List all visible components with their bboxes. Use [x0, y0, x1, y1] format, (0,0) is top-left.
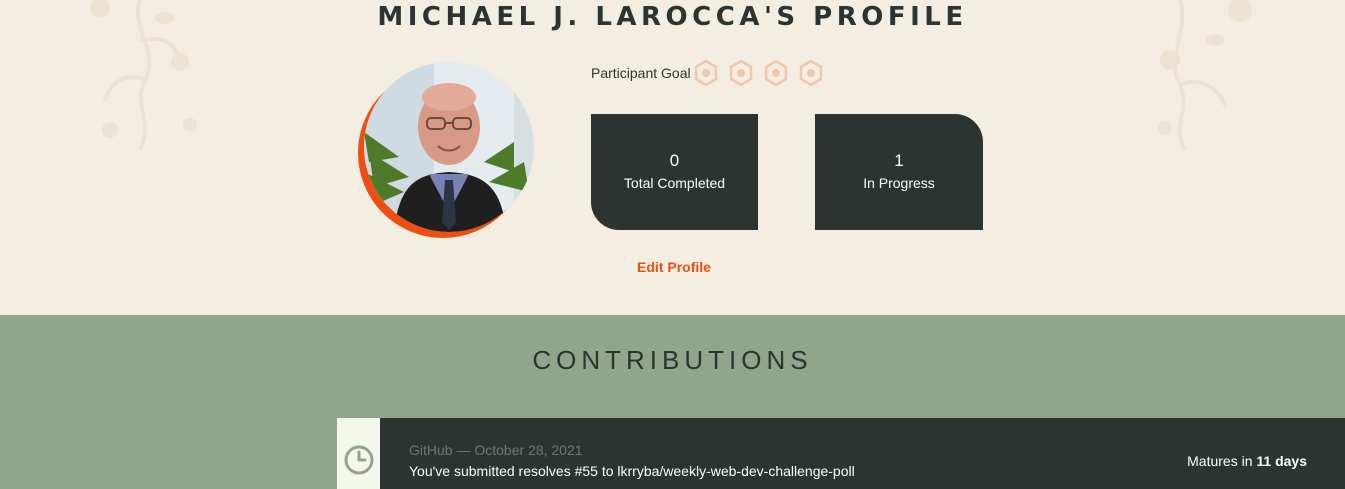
- badge-icon: [764, 60, 787, 86]
- badge-icon: [799, 60, 822, 86]
- contribution-separator: —: [456, 442, 471, 458]
- maturity-value: 11 days: [1256, 453, 1307, 469]
- stat-value: 1: [894, 151, 904, 170]
- stat-label: Total Completed: [623, 175, 726, 191]
- avatar-illustration: [364, 62, 534, 232]
- contributions-section: CONTRIBUTIONS GitHub — October 28, 2021 …: [0, 315, 1345, 489]
- avatar-photo: [364, 62, 534, 232]
- stat-label: In Progress: [863, 175, 935, 191]
- contribution-maturity: Matures in 11 days: [1187, 453, 1307, 469]
- maturity-prefix: Matures in: [1187, 453, 1253, 469]
- stat-value: 0: [669, 151, 680, 170]
- contribution-date: October 28, 2021: [474, 442, 583, 458]
- profile-header: MICHAEL J. LAROCCA'S PROFILE Participant…: [0, 0, 1345, 315]
- goal-icons: [693, 60, 833, 86]
- badge-icon: [694, 60, 717, 86]
- badge-icon: [729, 60, 752, 86]
- contribution-description: You've submitted resolves #55 to lkrryba…: [409, 463, 855, 479]
- stat-in-progress: 1 In Progress: [815, 114, 983, 230]
- clock-icon: [344, 445, 374, 475]
- stat-total-completed: 0 Total Completed: [591, 114, 758, 230]
- contribution-status: [337, 418, 380, 489]
- contribution-meta: GitHub — October 28, 2021: [409, 442, 583, 458]
- participant-goal: Participant Goal: [591, 60, 833, 86]
- page-title: MICHAEL J. LAROCCA'S PROFILE: [377, 2, 968, 32]
- contributions-title: CONTRIBUTIONS: [532, 345, 813, 375]
- avatar: [358, 62, 536, 240]
- edit-profile-link[interactable]: Edit Profile: [624, 259, 724, 275]
- contribution-item[interactable]: GitHub — October 28, 2021 You've submitt…: [337, 418, 1345, 489]
- contribution-source: GitHub: [409, 442, 453, 458]
- participant-goal-label: Participant Goal: [591, 65, 691, 81]
